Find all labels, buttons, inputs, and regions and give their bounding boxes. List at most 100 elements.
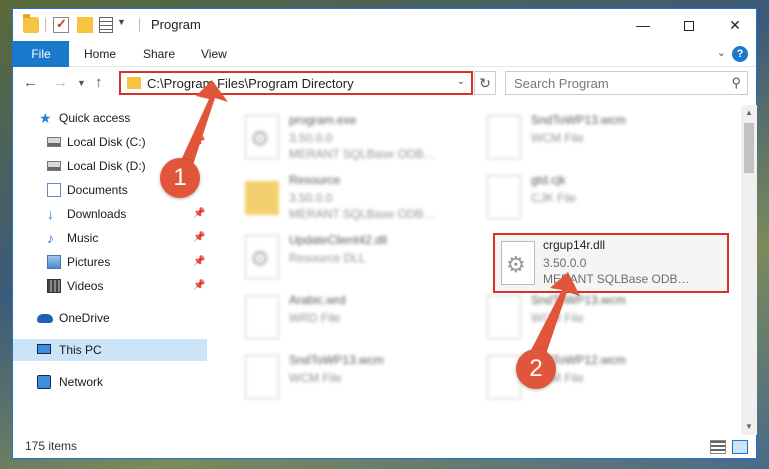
up-button[interactable]: ↑ (95, 74, 103, 91)
pin-icon[interactable]: 📌 (193, 227, 205, 249)
file-item[interactable]: UpdateClient42.dll Resource DLL (241, 231, 481, 289)
videos-icon (47, 279, 61, 293)
file-version: 3.50.0.0 (289, 131, 333, 145)
file-type: WCM File (531, 311, 584, 325)
pin-icon[interactable]: 📌 (193, 203, 205, 225)
recent-locations-dropdown-icon[interactable]: ▼ (77, 78, 86, 88)
pin-icon[interactable]: 📌 (193, 275, 205, 297)
sidebar-item-quick-access[interactable]: ★ Quick access (13, 107, 207, 129)
file-item[interactable]: SndToWP13.wcm WCM File (483, 291, 723, 349)
computer-icon (37, 344, 51, 354)
sidebar-item-label: Music (67, 231, 99, 245)
application-icon (245, 115, 279, 159)
search-placeholder[interactable]: Search Program (514, 76, 609, 91)
sidebar-item-label: OneDrive (59, 311, 110, 325)
sidebar-item-label: Documents (67, 183, 128, 197)
file-name: UpdateClient42.dll (289, 233, 388, 247)
sidebar-item-label: This PC (59, 343, 102, 357)
step-1-badge: 1 (160, 158, 200, 198)
tab-view[interactable]: View (201, 41, 227, 67)
vertical-scrollbar[interactable]: ▲ ▼ (741, 105, 757, 435)
close-button[interactable]: ✕ (712, 9, 758, 41)
sidebar-item-label: Local Disk (D:) (67, 159, 146, 173)
refresh-button[interactable]: ↻ (474, 71, 496, 95)
scrollbar-thumb[interactable] (744, 123, 754, 173)
search-icon: ⚲ (731, 75, 741, 90)
file-icon (245, 355, 279, 399)
file-name: crgup14r.dll (543, 238, 606, 252)
address-bar-row: ← → ▼ ↑ C:\Program Files\Program Directo… (13, 67, 756, 99)
music-icon: ♪ (47, 230, 54, 246)
maximize-button[interactable] (666, 9, 712, 41)
sidebar-item-label: Videos (67, 279, 104, 293)
sidebar-item-label: Network (59, 375, 104, 389)
sidebar-item-network[interactable]: Network (13, 371, 207, 393)
file-icon (487, 175, 521, 219)
file-description: MERANT SQLBase ODBC... (289, 207, 439, 221)
back-button[interactable]: ← (23, 74, 38, 91)
folder-icon (23, 14, 39, 33)
properties-icon[interactable] (99, 17, 113, 33)
file-item[interactable]: Arabic.wrd WRD File (241, 291, 481, 349)
file-name: SndToWP13.wcm (289, 353, 384, 367)
sidebar-item-label: Local Disk (C:) (67, 135, 146, 149)
sidebar-item-this-pc[interactable]: This PC (13, 339, 207, 361)
large-icons-view-icon[interactable] (732, 440, 748, 454)
file-name: Resource (289, 173, 341, 187)
address-path[interactable]: C:\Program Files\Program Directory (147, 76, 354, 91)
ribbon-tabs: File Home Share View ⌄ ? (13, 41, 756, 67)
sidebar-item-downloads[interactable]: ↓ Downloads 📌 (13, 203, 207, 225)
file-name: gtd.cjk (531, 173, 566, 187)
folder-icon (245, 181, 279, 215)
sidebar-item-local-disk-c[interactable]: Local Disk (C:) 📌 (13, 131, 207, 153)
network-icon (37, 375, 51, 389)
file-name: program.exe (289, 113, 357, 127)
properties-check-icon[interactable] (53, 16, 69, 33)
expand-ribbon-icon[interactable]: ⌄ (717, 46, 726, 59)
pin-icon[interactable]: 📌 (193, 251, 205, 273)
sidebar-item-onedrive[interactable]: OneDrive (13, 307, 207, 329)
details-view-icon[interactable] (710, 440, 726, 454)
title-bar: ▼ Program — ✕ (13, 9, 756, 41)
tab-share[interactable]: Share (143, 41, 175, 67)
search-box[interactable]: Search Program ⚲ (505, 71, 748, 95)
file-type: WCM File (531, 131, 584, 145)
file-version: 3.50.0.0 (543, 256, 587, 270)
file-item[interactable]: SndToWP13.wcm WCM File (241, 351, 481, 409)
star-icon: ★ (39, 110, 52, 126)
documents-icon (47, 183, 61, 197)
pin-icon[interactable]: 📌 (193, 131, 205, 153)
scroll-down-icon[interactable]: ▼ (741, 419, 757, 435)
file-item[interactable]: gtd.cjk CJK File (483, 171, 723, 229)
folder-item[interactable]: Resource 3.50.0.0 MERANT SQLBase ODBC... (241, 171, 481, 229)
file-name: SndToWP13.wcm (531, 293, 626, 307)
tab-file[interactable]: File (13, 41, 69, 67)
file-version: 3.50.0.0 (289, 191, 333, 205)
drive-icon (47, 161, 61, 171)
new-folder-icon[interactable] (77, 17, 93, 33)
address-dropdown-icon[interactable]: ⌄ (457, 76, 465, 87)
file-description: MERANT SQLBase ODBC... (543, 272, 693, 286)
forward-button[interactable]: → (53, 74, 68, 91)
scroll-up-icon[interactable]: ▲ (741, 105, 757, 121)
sidebar-item-label: Quick access (59, 111, 131, 125)
file-item[interactable]: program.exe 3.50.0.0 MERANT SQLBase ODBC… (241, 111, 481, 169)
minimize-button[interactable]: — (620, 9, 666, 41)
maximize-icon (684, 21, 694, 32)
quick-access-dropdown-icon[interactable]: ▼ (117, 17, 126, 27)
file-icon (487, 115, 521, 159)
address-bar[interactable]: C:\Program Files\Program Directory ⌄ (119, 71, 473, 95)
file-item[interactable]: SndToWP13.wcm WCM File (483, 111, 723, 169)
sidebar-item-pictures[interactable]: Pictures 📌 (13, 251, 207, 273)
file-list: program.exe 3.50.0.0 MERANT SQLBase ODBC… (231, 105, 741, 435)
tab-home[interactable]: Home (84, 41, 116, 67)
sidebar-item-music[interactable]: ♪ Music 📌 (13, 227, 207, 249)
file-type: WRD File (289, 311, 341, 325)
window-title: Program (151, 17, 201, 32)
file-item-selected[interactable]: crgup14r.dll 3.50.0.0 MERANT SQLBase ODB… (493, 233, 729, 293)
sidebar-item-label: Pictures (67, 255, 111, 269)
folder-icon (127, 77, 141, 89)
help-icon[interactable]: ? (732, 46, 748, 62)
cloud-icon (37, 314, 53, 323)
sidebar-item-videos[interactable]: Videos 📌 (13, 275, 207, 297)
